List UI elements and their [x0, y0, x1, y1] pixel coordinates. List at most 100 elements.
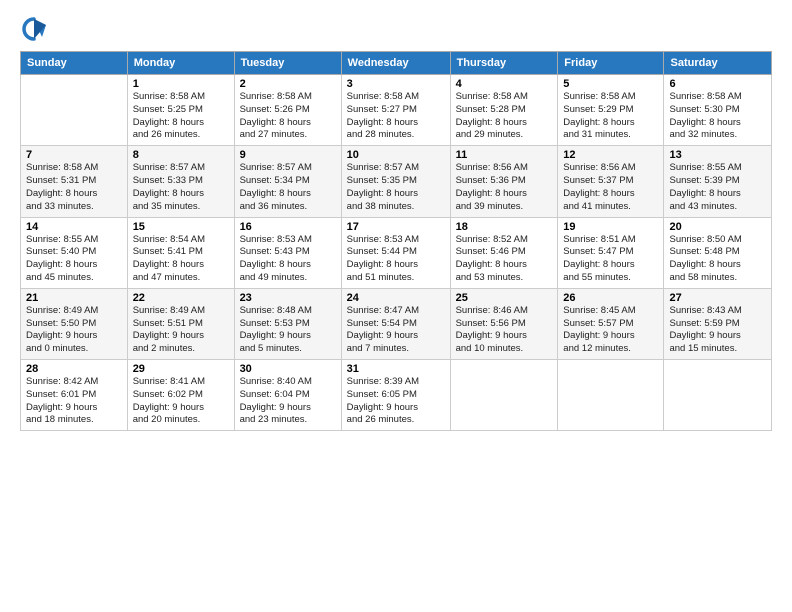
calendar-cell: 4Sunrise: 8:58 AM Sunset: 5:28 PM Daylig… [450, 75, 558, 146]
calendar-cell: 12Sunrise: 8:56 AM Sunset: 5:37 PM Dayli… [558, 146, 664, 217]
day-info: Sunrise: 8:47 AM Sunset: 5:54 PM Dayligh… [347, 305, 445, 356]
calendar-cell: 13Sunrise: 8:55 AM Sunset: 5:39 PM Dayli… [664, 146, 772, 217]
day-info: Sunrise: 8:58 AM Sunset: 5:25 PM Dayligh… [133, 91, 229, 142]
day-number: 13 [669, 149, 766, 161]
page: SundayMondayTuesdayWednesdayThursdayFrid… [0, 0, 792, 612]
day-number: 29 [133, 363, 229, 375]
calendar-cell: 18Sunrise: 8:52 AM Sunset: 5:46 PM Dayli… [450, 217, 558, 288]
day-number: 28 [26, 363, 122, 375]
calendar-cell: 15Sunrise: 8:54 AM Sunset: 5:41 PM Dayli… [127, 217, 234, 288]
day-info: Sunrise: 8:54 AM Sunset: 5:41 PM Dayligh… [133, 234, 229, 285]
calendar-cell: 6Sunrise: 8:58 AM Sunset: 5:30 PM Daylig… [664, 75, 772, 146]
weekday-header: Sunday [21, 52, 128, 75]
day-number: 25 [456, 292, 553, 304]
day-number: 16 [240, 221, 336, 233]
logo [20, 15, 52, 43]
day-info: Sunrise: 8:45 AM Sunset: 5:57 PM Dayligh… [563, 305, 658, 356]
day-number: 27 [669, 292, 766, 304]
calendar-cell: 10Sunrise: 8:57 AM Sunset: 5:35 PM Dayli… [341, 146, 450, 217]
calendar-cell: 3Sunrise: 8:58 AM Sunset: 5:27 PM Daylig… [341, 75, 450, 146]
day-info: Sunrise: 8:58 AM Sunset: 5:26 PM Dayligh… [240, 91, 336, 142]
calendar-body: 1Sunrise: 8:58 AM Sunset: 5:25 PM Daylig… [21, 75, 772, 431]
day-number: 20 [669, 221, 766, 233]
day-number: 26 [563, 292, 658, 304]
weekday-header: Saturday [664, 52, 772, 75]
day-info: Sunrise: 8:52 AM Sunset: 5:46 PM Dayligh… [456, 234, 553, 285]
day-info: Sunrise: 8:57 AM Sunset: 5:33 PM Dayligh… [133, 162, 229, 213]
day-info: Sunrise: 8:50 AM Sunset: 5:48 PM Dayligh… [669, 234, 766, 285]
day-number: 10 [347, 149, 445, 161]
day-info: Sunrise: 8:49 AM Sunset: 5:51 PM Dayligh… [133, 305, 229, 356]
calendar-cell: 23Sunrise: 8:48 AM Sunset: 5:53 PM Dayli… [234, 288, 341, 359]
calendar-cell: 21Sunrise: 8:49 AM Sunset: 5:50 PM Dayli… [21, 288, 128, 359]
calendar-cell [558, 360, 664, 431]
calendar-cell: 9Sunrise: 8:57 AM Sunset: 5:34 PM Daylig… [234, 146, 341, 217]
calendar-cell: 30Sunrise: 8:40 AM Sunset: 6:04 PM Dayli… [234, 360, 341, 431]
day-info: Sunrise: 8:53 AM Sunset: 5:43 PM Dayligh… [240, 234, 336, 285]
day-info: Sunrise: 8:58 AM Sunset: 5:30 PM Dayligh… [669, 91, 766, 142]
day-number: 23 [240, 292, 336, 304]
day-info: Sunrise: 8:58 AM Sunset: 5:28 PM Dayligh… [456, 91, 553, 142]
day-number: 30 [240, 363, 336, 375]
weekday-header: Friday [558, 52, 664, 75]
calendar-cell: 26Sunrise: 8:45 AM Sunset: 5:57 PM Dayli… [558, 288, 664, 359]
calendar-cell: 1Sunrise: 8:58 AM Sunset: 5:25 PM Daylig… [127, 75, 234, 146]
calendar-cell: 25Sunrise: 8:46 AM Sunset: 5:56 PM Dayli… [450, 288, 558, 359]
calendar-cell: 31Sunrise: 8:39 AM Sunset: 6:05 PM Dayli… [341, 360, 450, 431]
day-info: Sunrise: 8:57 AM Sunset: 5:35 PM Dayligh… [347, 162, 445, 213]
day-number: 18 [456, 221, 553, 233]
weekday-header: Thursday [450, 52, 558, 75]
day-number: 15 [133, 221, 229, 233]
calendar-header: SundayMondayTuesdayWednesdayThursdayFrid… [21, 52, 772, 75]
day-info: Sunrise: 8:43 AM Sunset: 5:59 PM Dayligh… [669, 305, 766, 356]
calendar-cell: 27Sunrise: 8:43 AM Sunset: 5:59 PM Dayli… [664, 288, 772, 359]
calendar-week-row: 14Sunrise: 8:55 AM Sunset: 5:40 PM Dayli… [21, 217, 772, 288]
calendar-cell [21, 75, 128, 146]
day-number: 11 [456, 149, 553, 161]
calendar-cell: 19Sunrise: 8:51 AM Sunset: 5:47 PM Dayli… [558, 217, 664, 288]
day-number: 4 [456, 78, 553, 90]
day-info: Sunrise: 8:41 AM Sunset: 6:02 PM Dayligh… [133, 376, 229, 427]
calendar-cell: 16Sunrise: 8:53 AM Sunset: 5:43 PM Dayli… [234, 217, 341, 288]
calendar: SundayMondayTuesdayWednesdayThursdayFrid… [20, 51, 772, 431]
day-info: Sunrise: 8:53 AM Sunset: 5:44 PM Dayligh… [347, 234, 445, 285]
day-number: 24 [347, 292, 445, 304]
day-info: Sunrise: 8:57 AM Sunset: 5:34 PM Dayligh… [240, 162, 336, 213]
day-number: 5 [563, 78, 658, 90]
day-number: 14 [26, 221, 122, 233]
weekday-header: Tuesday [234, 52, 341, 75]
calendar-cell [450, 360, 558, 431]
day-number: 19 [563, 221, 658, 233]
calendar-week-row: 21Sunrise: 8:49 AM Sunset: 5:50 PM Dayli… [21, 288, 772, 359]
calendar-cell: 5Sunrise: 8:58 AM Sunset: 5:29 PM Daylig… [558, 75, 664, 146]
day-info: Sunrise: 8:58 AM Sunset: 5:27 PM Dayligh… [347, 91, 445, 142]
day-number: 8 [133, 149, 229, 161]
calendar-cell: 29Sunrise: 8:41 AM Sunset: 6:02 PM Dayli… [127, 360, 234, 431]
logo-icon [20, 15, 48, 43]
day-number: 7 [26, 149, 122, 161]
day-info: Sunrise: 8:56 AM Sunset: 5:37 PM Dayligh… [563, 162, 658, 213]
calendar-week-row: 28Sunrise: 8:42 AM Sunset: 6:01 PM Dayli… [21, 360, 772, 431]
calendar-cell: 2Sunrise: 8:58 AM Sunset: 5:26 PM Daylig… [234, 75, 341, 146]
day-info: Sunrise: 8:46 AM Sunset: 5:56 PM Dayligh… [456, 305, 553, 356]
calendar-cell: 24Sunrise: 8:47 AM Sunset: 5:54 PM Dayli… [341, 288, 450, 359]
calendar-cell: 22Sunrise: 8:49 AM Sunset: 5:51 PM Dayli… [127, 288, 234, 359]
weekday-header: Wednesday [341, 52, 450, 75]
calendar-cell: 28Sunrise: 8:42 AM Sunset: 6:01 PM Dayli… [21, 360, 128, 431]
day-info: Sunrise: 8:58 AM Sunset: 5:31 PM Dayligh… [26, 162, 122, 213]
weekday-row: SundayMondayTuesdayWednesdayThursdayFrid… [21, 52, 772, 75]
calendar-cell: 7Sunrise: 8:58 AM Sunset: 5:31 PM Daylig… [21, 146, 128, 217]
day-info: Sunrise: 8:51 AM Sunset: 5:47 PM Dayligh… [563, 234, 658, 285]
day-info: Sunrise: 8:40 AM Sunset: 6:04 PM Dayligh… [240, 376, 336, 427]
day-number: 22 [133, 292, 229, 304]
calendar-cell [664, 360, 772, 431]
calendar-week-row: 1Sunrise: 8:58 AM Sunset: 5:25 PM Daylig… [21, 75, 772, 146]
day-number: 6 [669, 78, 766, 90]
day-info: Sunrise: 8:49 AM Sunset: 5:50 PM Dayligh… [26, 305, 122, 356]
day-info: Sunrise: 8:55 AM Sunset: 5:40 PM Dayligh… [26, 234, 122, 285]
calendar-cell: 11Sunrise: 8:56 AM Sunset: 5:36 PM Dayli… [450, 146, 558, 217]
day-info: Sunrise: 8:39 AM Sunset: 6:05 PM Dayligh… [347, 376, 445, 427]
day-number: 21 [26, 292, 122, 304]
day-info: Sunrise: 8:58 AM Sunset: 5:29 PM Dayligh… [563, 91, 658, 142]
calendar-cell: 20Sunrise: 8:50 AM Sunset: 5:48 PM Dayli… [664, 217, 772, 288]
